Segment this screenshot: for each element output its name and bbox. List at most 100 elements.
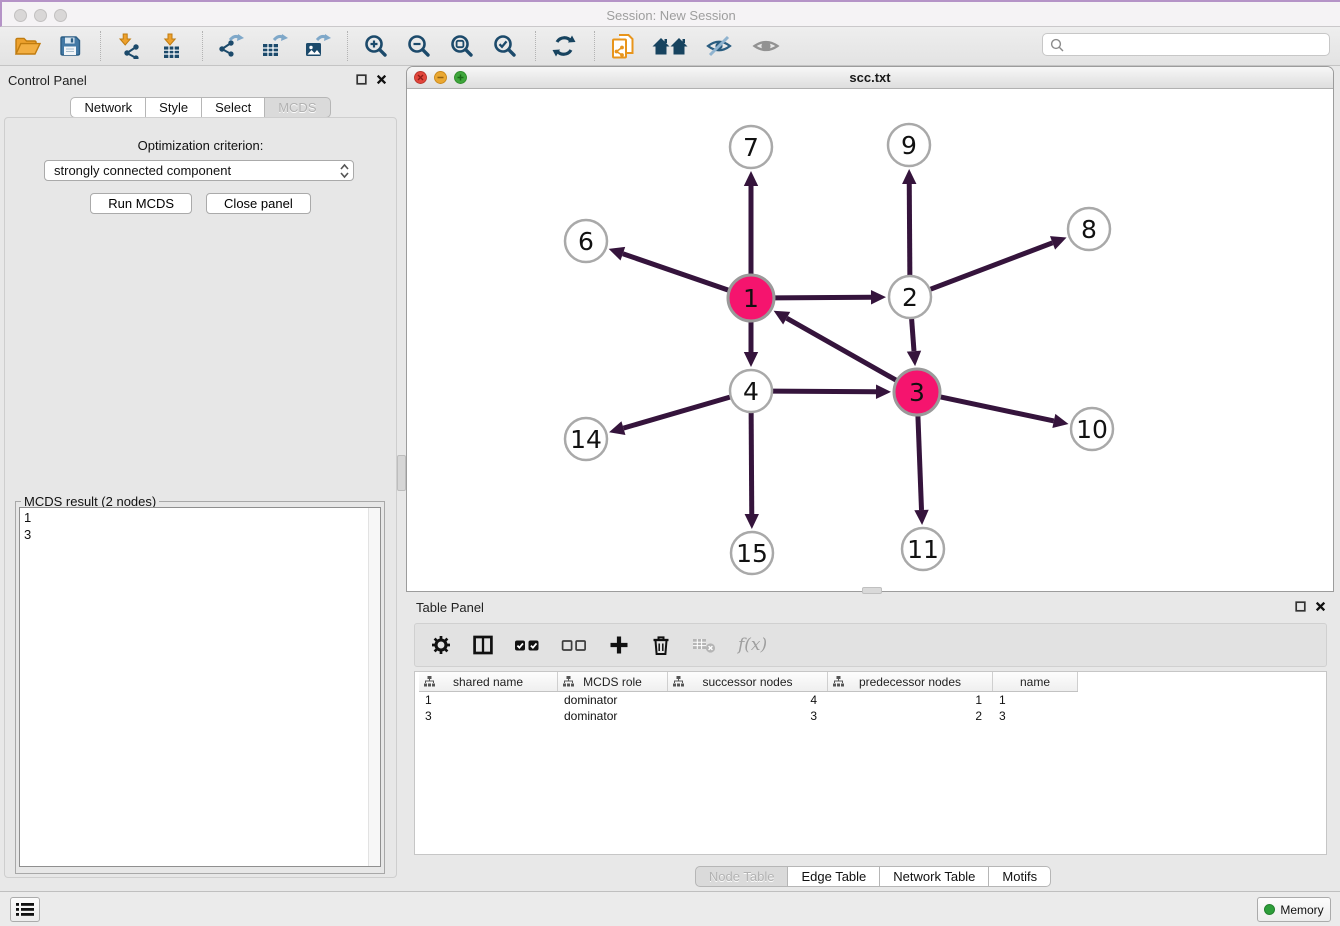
zoom-out-icon[interactable] — [404, 31, 434, 61]
column-header-predecessor-nodes[interactable]: predecessor nodes — [828, 672, 993, 691]
table-cell[interactable]: 3 — [668, 708, 828, 724]
graph-node-14[interactable]: 14 — [565, 418, 607, 460]
graph-node-15[interactable]: 15 — [731, 532, 773, 574]
graph-node-4[interactable]: 4 — [730, 370, 772, 412]
graph-edge-3-11[interactable] — [914, 416, 928, 525]
graph-node-7[interactable]: 7 — [730, 126, 772, 168]
close-panel-icon[interactable] — [1315, 601, 1326, 612]
open-session-icon[interactable] — [12, 31, 42, 61]
toolbar-separator — [202, 31, 204, 61]
tab-style[interactable]: Style — [146, 97, 202, 118]
mcds-result-box[interactable]: 13 — [19, 507, 381, 867]
settings-icon[interactable] — [430, 634, 452, 656]
table-cell[interactable]: 1 — [419, 692, 558, 708]
close-panel-icon[interactable] — [376, 74, 387, 85]
node-table[interactable]: shared nameMCDS rolesuccessor nodesprede… — [414, 671, 1327, 855]
toolbar-separator — [100, 31, 102, 61]
network-window-titlebar[interactable]: scc.txt — [407, 67, 1333, 89]
column-header-MCDS-role[interactable]: MCDS role — [558, 672, 668, 691]
graph-node-9[interactable]: 9 — [888, 124, 930, 166]
list-icon — [15, 901, 35, 918]
search-input[interactable] — [1069, 37, 1329, 53]
duplicate-network-icon[interactable] — [608, 31, 638, 61]
graph-edge-4-3[interactable] — [773, 385, 891, 399]
graph-node-8[interactable]: 8 — [1068, 208, 1110, 250]
network-canvas[interactable]: 7 9 6 8 1 2 4 3 14 10 15 11 — [407, 89, 1333, 592]
table-cell[interactable]: 3 — [419, 708, 558, 724]
graph-node-11[interactable]: 11 — [902, 528, 944, 570]
deselect-all-icon[interactable] — [561, 634, 588, 656]
float-panel-icon[interactable] — [1295, 601, 1306, 612]
delete-table-icon — [692, 635, 718, 655]
memory-button[interactable]: Memory — [1257, 897, 1331, 922]
import-table-icon[interactable] — [157, 31, 187, 61]
tab-select[interactable]: Select — [202, 97, 265, 118]
float-panel-icon[interactable] — [356, 74, 367, 85]
network-close-icon[interactable] — [414, 71, 427, 84]
vertical-splitter-handle[interactable] — [397, 455, 406, 491]
table-cell[interactable]: dominator — [558, 692, 668, 708]
column-header-successor-nodes[interactable]: successor nodes — [668, 672, 828, 691]
delete-row-icon[interactable] — [650, 634, 672, 656]
zoom-fit-icon[interactable] — [447, 31, 477, 61]
task-history-button[interactable] — [10, 897, 40, 922]
graph-edge-2-9[interactable] — [902, 169, 916, 275]
graph-edge-4-14[interactable] — [609, 397, 730, 435]
graph-node-3-dominator[interactable]: 3 — [894, 369, 940, 415]
graph-edge-3-1[interactable] — [774, 311, 896, 380]
close-panel-button[interactable]: Close panel — [206, 193, 311, 214]
column-header-shared-name[interactable]: shared name — [419, 672, 558, 691]
eye-slash-icon[interactable] — [702, 31, 736, 61]
run-mcds-button[interactable]: Run MCDS — [90, 193, 192, 214]
network-minimize-icon[interactable] — [434, 71, 447, 84]
toolbar-separator — [594, 31, 596, 61]
columns-icon[interactable] — [472, 634, 494, 656]
graph-edge-2-3[interactable] — [907, 319, 921, 366]
tab-mcds[interactable]: MCDS — [265, 97, 330, 118]
graph-edge-1-7[interactable] — [744, 171, 758, 274]
table-cell[interactable]: 4 — [668, 692, 828, 708]
refresh-icon[interactable] — [549, 31, 579, 61]
column-header-name[interactable]: name — [993, 672, 1078, 691]
toolbar-separator — [347, 31, 349, 61]
table-cell[interactable]: 1 — [828, 692, 993, 708]
graph-edge-2-8[interactable] — [931, 236, 1067, 289]
export-network-icon[interactable] — [216, 31, 246, 61]
table-cell[interactable]: 1 — [993, 692, 1078, 708]
select-all-icon[interactable] — [514, 634, 541, 656]
table-panel-title: Table Panel — [416, 600, 484, 615]
graph-node-10[interactable]: 10 — [1071, 408, 1113, 450]
graph-edge-3-10[interactable] — [940, 397, 1068, 428]
tab-node-table[interactable]: Node Table — [695, 866, 789, 887]
table-row[interactable]: 3dominator323 — [419, 708, 1326, 724]
import-network-icon[interactable] — [114, 31, 144, 61]
search-field[interactable] — [1042, 33, 1330, 56]
table-row[interactable]: 1dominator411 — [419, 692, 1326, 708]
add-row-icon[interactable] — [608, 634, 630, 656]
table-cell[interactable]: 3 — [993, 708, 1078, 724]
horizontal-splitter-handle[interactable] — [862, 587, 882, 594]
graph-edge-1-4[interactable] — [744, 322, 758, 367]
table-panel-tabs: Node TableEdge TableNetwork TableMotifs — [406, 866, 1340, 887]
tab-network[interactable]: Network — [70, 97, 146, 118]
tab-network-table[interactable]: Network Table — [880, 866, 989, 887]
graph-edge-1-2[interactable] — [775, 290, 886, 304]
criterion-dropdown[interactable]: strongly connected component — [44, 160, 354, 181]
zoom-selected-icon[interactable] — [490, 31, 520, 61]
network-maximize-icon[interactable] — [454, 71, 467, 84]
graph-edge-1-6[interactable] — [609, 247, 729, 290]
table-cell[interactable]: 2 — [828, 708, 993, 724]
zoom-in-icon[interactable] — [361, 31, 391, 61]
export-table-icon[interactable] — [259, 31, 289, 61]
homes-icon[interactable] — [651, 31, 689, 61]
result-scrollbar[interactable] — [368, 508, 380, 866]
save-session-icon[interactable] — [55, 31, 85, 61]
table-cell[interactable]: dominator — [558, 708, 668, 724]
graph-node-1-dominator[interactable]: 1 — [728, 275, 774, 321]
tab-edge-table[interactable]: Edge Table — [788, 866, 880, 887]
graph-node-2[interactable]: 2 — [889, 276, 931, 318]
graph-edge-4-15[interactable] — [745, 413, 759, 529]
tab-motifs[interactable]: Motifs — [989, 866, 1051, 887]
export-image-icon[interactable] — [302, 31, 332, 61]
graph-node-6[interactable]: 6 — [565, 220, 607, 262]
